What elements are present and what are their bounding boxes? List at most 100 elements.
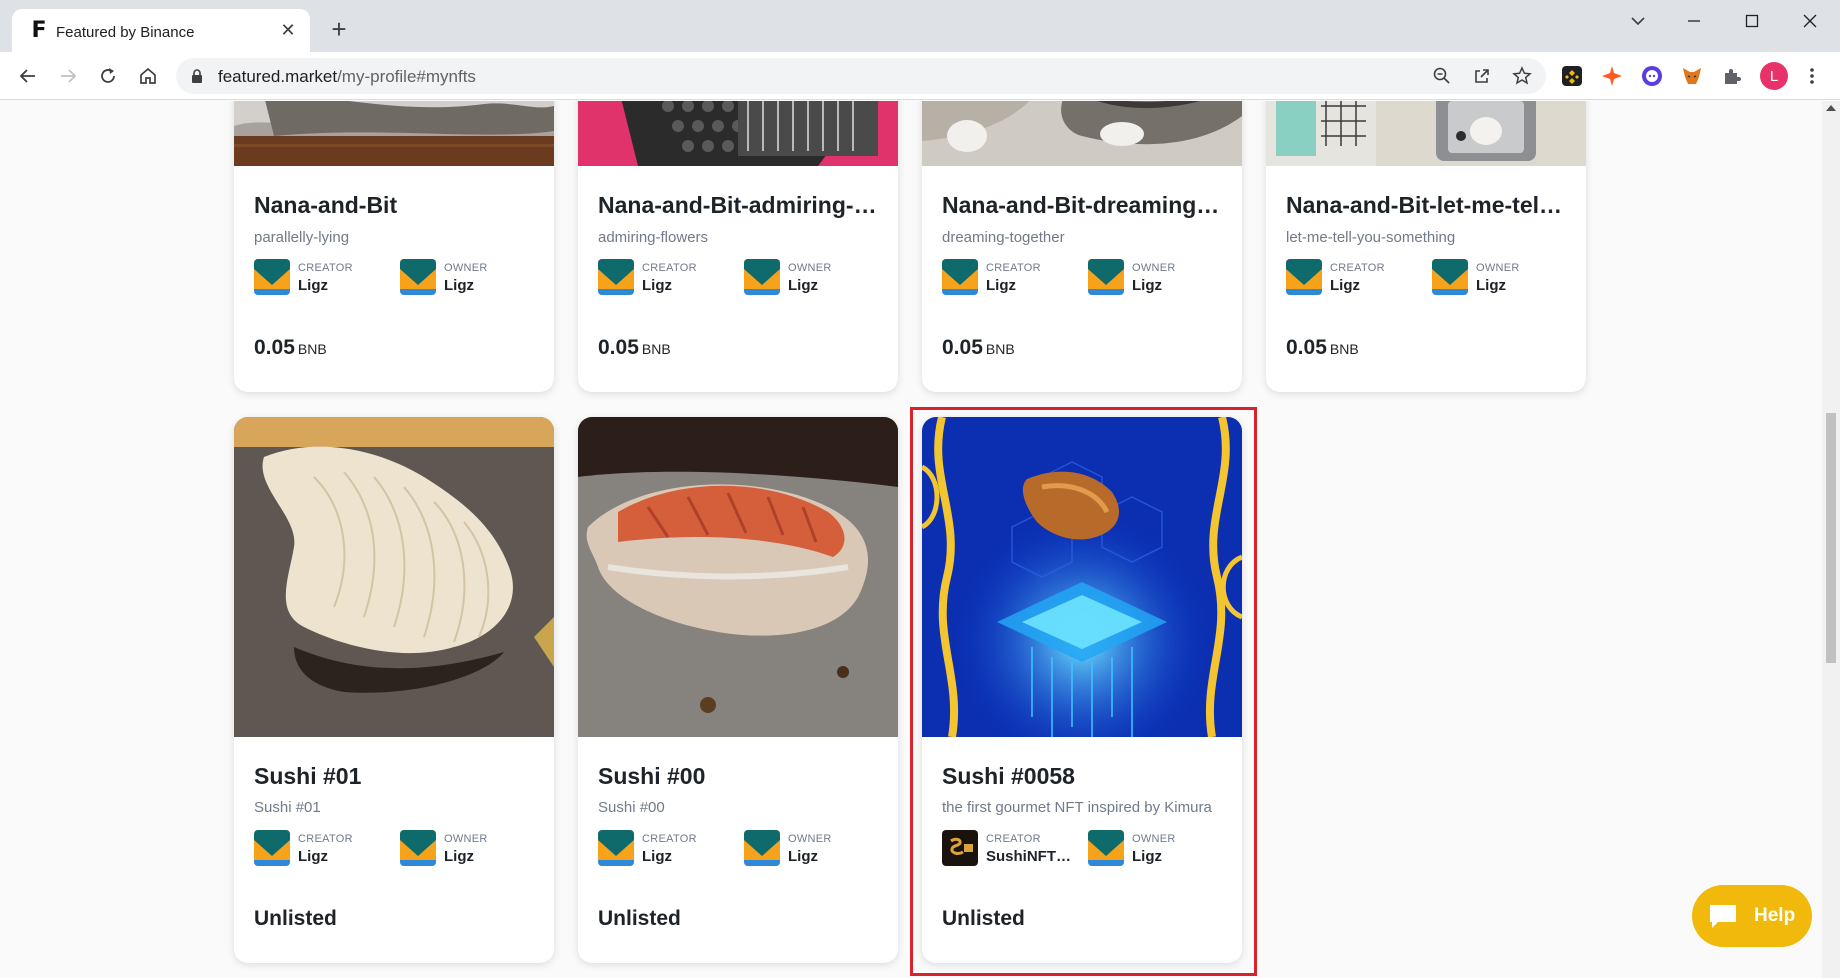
nft-title: Nana-and-Bit (254, 192, 398, 218)
nft-image (1266, 101, 1586, 166)
creator-info[interactable]: CREATOR SushiNFTS... (942, 830, 1082, 868)
nft-image (922, 417, 1242, 737)
owner-info[interactable]: OWNER Ligz (744, 259, 884, 297)
maximize-icon[interactable] (1728, 6, 1776, 36)
creator-name: Ligz (642, 277, 672, 294)
browser-toolbar: featured.market/my-profile#mynfts L (0, 52, 1840, 100)
creator-avatar (942, 259, 978, 295)
reload-icon[interactable] (94, 62, 122, 90)
minimize-icon[interactable] (1670, 6, 1718, 36)
nft-title: Sushi #00 (598, 763, 706, 789)
browser-menu-icon[interactable] (1800, 64, 1824, 88)
owner-avatar (744, 830, 780, 866)
listing-status: Unlisted (942, 907, 1025, 930)
nft-description: dreaming-together (942, 229, 1065, 246)
binance-wallet-extension-icon[interactable] (1560, 64, 1584, 88)
page-scrollbar[interactable] (1822, 101, 1840, 978)
nft-description: parallelly-lying (254, 229, 350, 246)
creator-info[interactable]: CREATOR Ligz (598, 259, 738, 297)
creator-name: Ligz (298, 848, 328, 865)
nft-card[interactable]: Nana-and-Bit parallelly-lying CREATOR Li… (234, 101, 554, 392)
creator-label: CREATOR (1330, 262, 1385, 274)
metamask-fox-icon[interactable] (1680, 64, 1704, 88)
home-icon[interactable] (134, 62, 162, 90)
nft-title: Nana-and-Bit-admiring-flowers (598, 192, 878, 218)
creator-avatar (598, 830, 634, 866)
owner-label: OWNER (1132, 262, 1176, 274)
forward-icon[interactable] (54, 62, 82, 90)
profile-avatar[interactable]: L (1760, 62, 1788, 90)
zoom-icon[interactable] (1430, 64, 1454, 88)
nft-description: let-me-tell-you-something (1286, 229, 1456, 246)
owner-avatar (1088, 830, 1124, 866)
nft-card[interactable]: Nana-and-Bit-let-me-tell-you-something l… (1266, 101, 1586, 392)
sushi-nfts-avatar (942, 830, 978, 866)
nft-card[interactable]: Sushi #01 Sushi #01 CREATOR Ligz OWNER L… (234, 417, 554, 963)
creator-name: SushiNFTS... (986, 848, 1076, 865)
creator-name: Ligz (986, 277, 1016, 294)
nft-title: Sushi #01 (254, 763, 362, 789)
url-text: featured.market/my-profile#mynfts (218, 67, 476, 86)
lock-icon (190, 68, 204, 89)
new-tab-button[interactable]: + (326, 14, 352, 44)
tab-strip: F Featured by Binance ✕ + (0, 0, 1840, 52)
bookmark-star-icon[interactable] (1510, 64, 1534, 88)
close-window-icon[interactable] (1786, 6, 1834, 36)
creator-name: Ligz (1330, 277, 1360, 294)
creator-avatar (1286, 259, 1322, 295)
creator-avatar (254, 830, 290, 866)
nft-price: 0.05 BNB (942, 336, 1015, 359)
listing-status: Unlisted (598, 907, 681, 930)
nft-card[interactable]: Sushi #0058 the first gourmet NFT inspir… (922, 417, 1242, 963)
owner-avatar (744, 259, 780, 295)
nft-card[interactable]: Nana-and-Bit-dreaming-together dreaming-… (922, 101, 1242, 392)
creator-info[interactable]: CREATOR Ligz (254, 259, 394, 297)
scroll-up-arrow-icon[interactable] (1826, 105, 1836, 111)
owner-name: Ligz (788, 848, 818, 865)
creator-avatar (598, 259, 634, 295)
back-icon[interactable] (14, 62, 42, 90)
creator-name: Ligz (642, 848, 672, 865)
creator-avatar (254, 259, 290, 295)
nft-image (922, 101, 1242, 166)
owner-avatar (1088, 259, 1124, 295)
site-favicon-icon: F (31, 17, 47, 43)
owner-label: OWNER (444, 262, 488, 274)
creator-name: Ligz (298, 277, 328, 294)
creator-info[interactable]: CREATOR Ligz (1286, 259, 1426, 297)
owner-info[interactable]: OWNER Ligz (1432, 259, 1572, 297)
page-content: Nana-and-Bit parallelly-lying CREATOR Li… (0, 101, 1820, 978)
creator-label: CREATOR (986, 833, 1041, 845)
chat-extension-icon[interactable] (1640, 64, 1664, 88)
listing-status: Unlisted (254, 907, 337, 930)
nft-card[interactable]: Sushi #00 Sushi #00 CREATOR Ligz OWNER L… (578, 417, 898, 963)
nft-description: Sushi #00 (598, 799, 665, 816)
owner-label: OWNER (1132, 833, 1176, 845)
scrollbar-thumb[interactable] (1826, 413, 1836, 663)
creator-info[interactable]: CREATOR Ligz (254, 830, 394, 868)
spark-extension-icon[interactable] (1600, 64, 1624, 88)
nft-description: admiring-flowers (598, 229, 709, 246)
owner-name: Ligz (1132, 848, 1162, 865)
browser-tab[interactable]: F Featured by Binance ✕ (12, 9, 310, 52)
owner-info[interactable]: OWNER Ligz (400, 259, 540, 297)
creator-info[interactable]: CREATOR Ligz (942, 259, 1082, 297)
owner-name: Ligz (1476, 277, 1506, 294)
share-icon[interactable] (1470, 64, 1494, 88)
address-bar[interactable]: featured.market/my-profile#mynfts (176, 58, 1546, 94)
owner-label: OWNER (1476, 262, 1520, 274)
creator-info[interactable]: CREATOR Ligz (598, 830, 738, 868)
extensions-puzzle-icon[interactable] (1720, 64, 1744, 88)
owner-info[interactable]: OWNER Ligz (400, 830, 540, 868)
close-tab-icon[interactable]: ✕ (276, 18, 300, 42)
owner-name: Ligz (788, 277, 818, 294)
owner-name: Ligz (444, 848, 474, 865)
creator-label: CREATOR (298, 833, 353, 845)
owner-info[interactable]: OWNER Ligz (1088, 830, 1228, 868)
nft-card[interactable]: Nana-and-Bit-admiring-flowers admiring-f… (578, 101, 898, 392)
help-button[interactable]: Help (1692, 885, 1812, 947)
tab-search-icon[interactable] (1614, 6, 1662, 36)
owner-avatar (400, 259, 436, 295)
owner-info[interactable]: OWNER Ligz (744, 830, 884, 868)
owner-info[interactable]: OWNER Ligz (1088, 259, 1228, 297)
